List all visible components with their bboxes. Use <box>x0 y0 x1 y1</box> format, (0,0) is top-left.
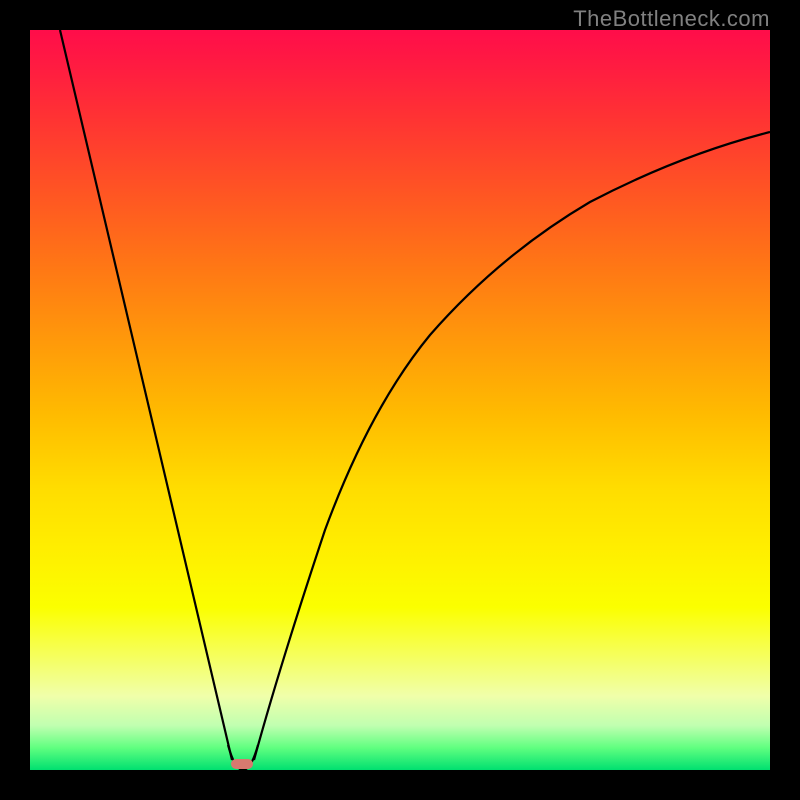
min-marker <box>231 759 253 769</box>
curve-svg <box>30 30 770 770</box>
watermark-text: TheBottleneck.com <box>573 6 770 32</box>
right-branch-path <box>254 132 770 760</box>
chart-frame: TheBottleneck.com <box>0 0 800 800</box>
plot-area <box>30 30 770 770</box>
left-branch-path <box>60 30 232 760</box>
